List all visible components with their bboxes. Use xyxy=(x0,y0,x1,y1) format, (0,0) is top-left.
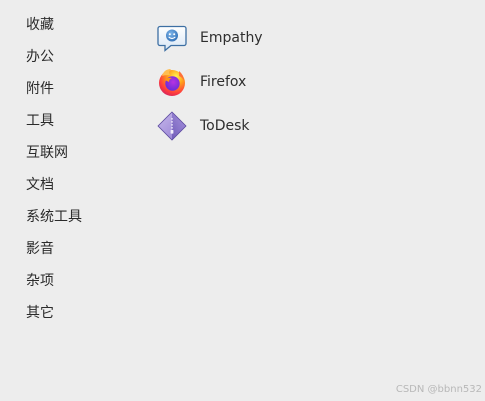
app-label-empathy: Empathy xyxy=(200,30,263,46)
app-item-empathy[interactable]: Empathy xyxy=(156,16,416,60)
app-item-todesk[interactable]: ToDesk xyxy=(156,104,416,148)
category-favorites[interactable]: 收藏 xyxy=(26,9,136,41)
category-system-tools[interactable]: 系统工具 xyxy=(26,201,136,233)
firefox-icon xyxy=(156,66,188,98)
empathy-chat-icon xyxy=(156,22,188,54)
application-menu: 收藏 办公 附件 工具 互联网 文档 系统工具 影音 杂项 其它 Empathy… xyxy=(0,0,485,401)
csdn-watermark: CSDN @bbnn532 xyxy=(395,384,482,395)
category-list: 收藏 办公 附件 工具 互联网 文档 系统工具 影音 杂项 其它 xyxy=(26,9,136,329)
app-item-firefox[interactable]: Firefox xyxy=(156,60,416,104)
app-label-firefox: Firefox xyxy=(200,74,247,90)
category-multimedia[interactable]: 影音 xyxy=(26,233,136,265)
app-list: Empathy Firefox ToDesk xyxy=(156,16,416,148)
category-tools[interactable]: 工具 xyxy=(26,105,136,137)
category-office[interactable]: 办公 xyxy=(26,41,136,73)
app-label-todesk: ToDesk xyxy=(200,118,250,134)
category-accessories[interactable]: 附件 xyxy=(26,73,136,105)
category-documents[interactable]: 文档 xyxy=(26,169,136,201)
category-internet[interactable]: 互联网 xyxy=(26,137,136,169)
category-misc[interactable]: 杂项 xyxy=(26,265,136,297)
todesk-diamond-icon xyxy=(156,110,188,142)
category-other[interactable]: 其它 xyxy=(26,297,136,329)
